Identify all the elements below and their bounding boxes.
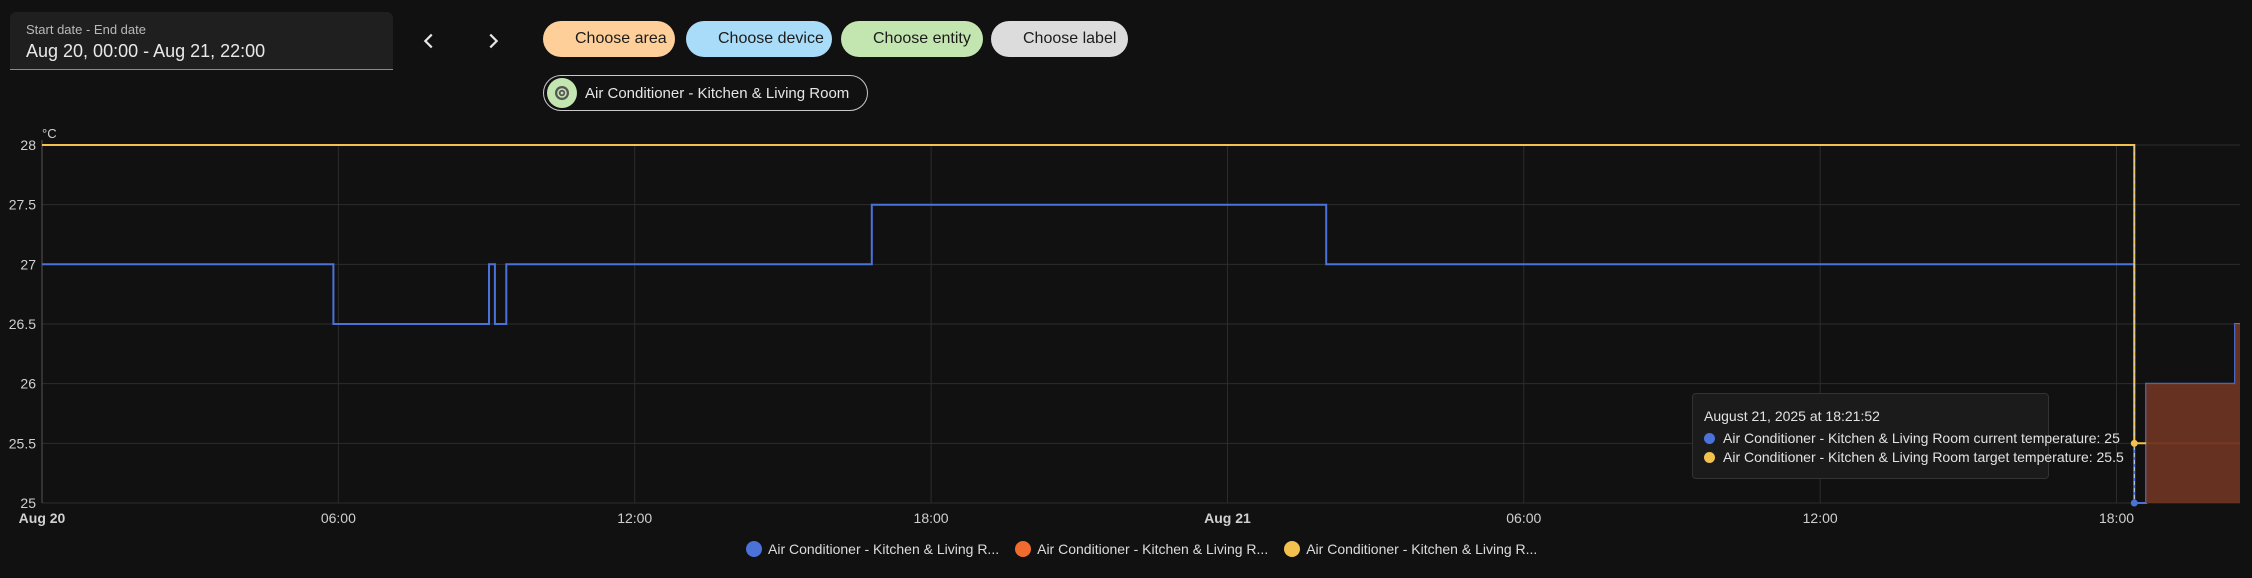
y-tick-label: 25.5	[9, 435, 36, 451]
x-tick-label: 18:00	[914, 510, 949, 526]
y-tick-label: 26	[20, 376, 36, 392]
history-chart[interactable]: 25 25.5 26 26.5 27 27.5 28 Aug 20 06:00 12:00 18:…	[0, 0, 2252, 578]
chart-legend: Air Conditioner - Kitchen & Living R... …	[746, 541, 1553, 557]
tooltip-row-current-text: Air Conditioner - Kitchen & Living Room …	[1723, 430, 2120, 446]
legend-dot-heating	[1015, 541, 1032, 557]
legend-label-target: Air Conditioner - Kitchen & Living R...	[1306, 541, 1538, 557]
chart-tooltip: August 21, 2025 at 18:21:52 Air Conditio…	[1692, 393, 2124, 479]
history-panel: Start date - End date Aug 20, 00:00 - Au…	[0, 0, 2252, 578]
hover-point-current	[2130, 499, 2138, 507]
legend-item-heating[interactable]: Air Conditioner - Kitchen & Living R...	[1015, 541, 1268, 557]
tooltip-title: August 21, 2025 at 18:21:52	[1704, 408, 1880, 424]
y-tick-label: 26.5	[9, 316, 36, 332]
hover-point-target	[2130, 439, 2138, 447]
current-temperature-dot	[1704, 432, 1715, 444]
y-tick-label: 25	[20, 495, 36, 511]
x-tick-label: 18:00	[2099, 510, 2134, 526]
target-temperature-dot	[1704, 451, 1715, 463]
tooltip-row-target: Air Conditioner - Kitchen & Living Room …	[1704, 449, 2124, 465]
x-tick-label: 12:00	[617, 510, 652, 526]
x-tick-label: Aug 21	[1204, 510, 1251, 526]
x-tick-label: Aug 20	[19, 510, 66, 526]
y-tick-label: 27	[20, 256, 36, 272]
y-tick-label: 27.5	[9, 197, 36, 213]
tooltip-row-current: Air Conditioner - Kitchen & Living Room …	[1704, 430, 2120, 446]
x-axis: Aug 20 06:00 12:00 18:00 Aug 21 06:00 12:00 18:…	[19, 510, 2135, 526]
series-heating-area	[2146, 324, 2240, 503]
legend-dot-target	[1284, 541, 1301, 557]
legend-dot-current	[746, 541, 762, 557]
x-tick-label: 06:00	[321, 510, 356, 526]
y-axis: 25 25.5 26 26.5 27 27.5 28	[9, 137, 36, 511]
legend-item-target[interactable]: Air Conditioner - Kitchen & Living R...	[1284, 541, 1537, 557]
tooltip-row-target-text: Air Conditioner - Kitchen & Living Room …	[1723, 449, 2124, 465]
x-tick-label: 06:00	[1506, 510, 1541, 526]
y-axis-unit: °C	[42, 126, 57, 141]
legend-item-current[interactable]: Air Conditioner - Kitchen & Living R...	[746, 541, 999, 557]
y-tick-label: 28	[20, 137, 36, 153]
legend-label-current: Air Conditioner - Kitchen & Living R...	[768, 541, 1000, 557]
x-tick-label: 12:00	[1803, 510, 1838, 526]
legend-label-heating: Air Conditioner - Kitchen & Living R...	[1037, 541, 1269, 557]
